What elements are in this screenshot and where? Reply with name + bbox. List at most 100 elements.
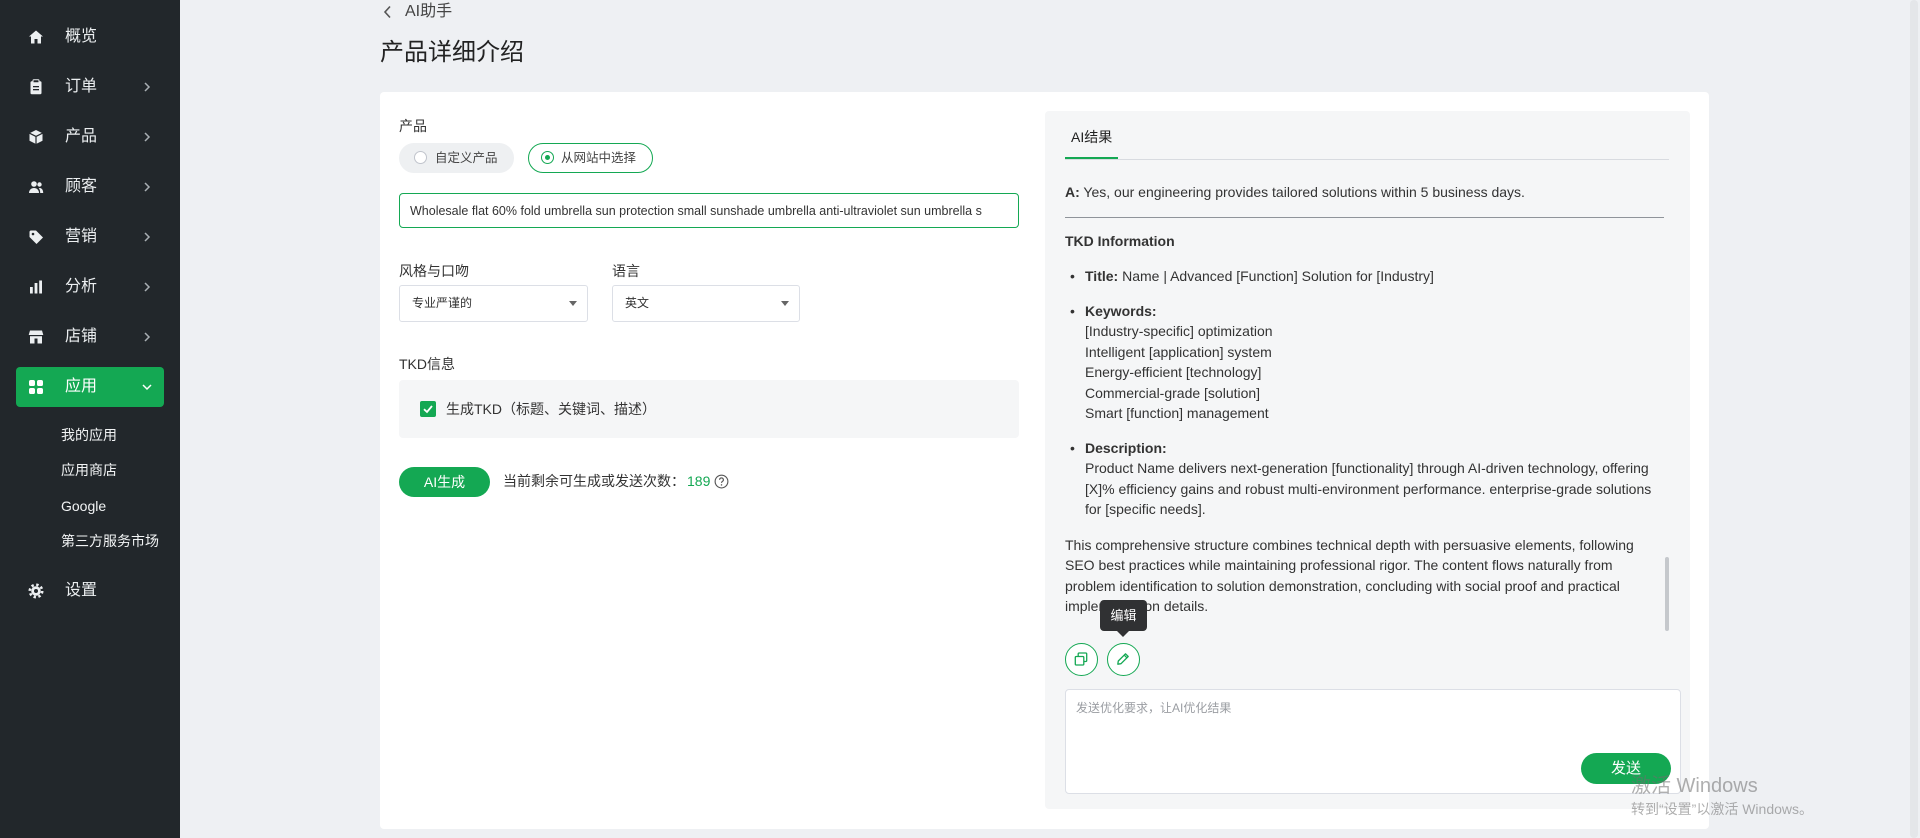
tkd-checkbox-label[interactable]: 生成TKD（标题、关键词、描述） <box>446 400 656 418</box>
chevron-down-icon <box>142 384 152 391</box>
radio-label: 从网站中选择 <box>561 151 637 165</box>
gear-icon <box>28 583 44 599</box>
sidebar-item-overview[interactable]: 概览 <box>16 17 164 57</box>
bar-chart-icon <box>30 280 42 294</box>
ai-generate-button[interactable]: AI生成 <box>399 467 490 497</box>
copy-button[interactable] <box>1065 643 1098 676</box>
caret-down-icon <box>569 301 577 306</box>
sidebar: 概览 订单 产品 顾客 营销 分析 店铺 应用 我的应用 应用商店 Google… <box>0 0 180 838</box>
sidebar-item-marketing[interactable]: 营销 <box>16 217 164 257</box>
keywords-label: Keywords: <box>1085 302 1157 319</box>
remaining-count-text: 当前剩余可生成或发送次数： 189 <box>503 472 729 490</box>
sidebar-item-label: 产品 <box>65 128 98 145</box>
section-heading: TKD Information <box>1065 232 1175 249</box>
chevron-right-icon <box>144 232 151 242</box>
title-label: Title: <box>1085 268 1119 284</box>
copy-icon <box>1074 652 1088 666</box>
sidebar-item-label: 概览 <box>65 28 98 45</box>
tab-divider <box>1065 159 1669 160</box>
sidebar-item-products[interactable]: 产品 <box>16 117 164 157</box>
home-icon <box>29 30 43 44</box>
box-icon <box>29 130 43 144</box>
list-item: Title: Name | Advanced [Function] Soluti… <box>1070 266 1665 287</box>
store-icon <box>28 330 44 344</box>
apps-grid-icon <box>29 380 43 394</box>
sidebar-item-label: 分析 <box>65 278 98 295</box>
sidebar-item-orders[interactable]: 订单 <box>16 67 164 107</box>
sidebar-item-label: 应用 <box>65 378 98 395</box>
radio-custom-product[interactable]: 自定义产品 <box>399 143 514 173</box>
language-select-value: 英文 <box>625 296 650 310</box>
tkd-list: Title: Name | Advanced [Function] Soluti… <box>1065 266 1665 520</box>
chevron-right-icon <box>144 82 151 92</box>
style-select-value: 专业严谨的 <box>412 296 473 310</box>
chevron-right-icon <box>144 282 151 292</box>
sidebar-item-customers[interactable]: 顾客 <box>16 167 164 207</box>
answer-text: Yes, our engineering provides tailored s… <box>1079 184 1525 200</box>
style-label: 风格与口吻 <box>399 263 469 279</box>
answer-line: A: Yes, our engineering provides tailore… <box>1065 182 1665 203</box>
keyword: Commercial-grade [solution] <box>1085 384 1261 401</box>
sidebar-item-label: 营销 <box>65 228 98 245</box>
radio-unchecked-icon <box>414 151 427 164</box>
result-content[interactable]: A: Yes, our engineering provides tailore… <box>1065 171 1665 629</box>
users-icon <box>29 181 44 193</box>
keyword: Energy-efficient [technology] <box>1085 364 1262 380</box>
language-select[interactable]: 英文 <box>612 285 800 322</box>
windows-activation-subtitle: 转到“设置”以激活 Windows。 <box>1631 801 1814 817</box>
edit-button[interactable] <box>1107 643 1140 676</box>
sidebar-subitem-third-party-market[interactable]: 第三方服务市场 <box>61 531 159 551</box>
keyword: [Industry-specific] optimization <box>1085 323 1273 339</box>
keyword: Smart [function] management <box>1085 405 1269 421</box>
product-input[interactable] <box>399 193 1019 228</box>
edit-tooltip: 编辑 <box>1100 600 1147 631</box>
sidebar-item-label: 店铺 <box>65 328 98 345</box>
radio-checked-icon <box>541 151 554 164</box>
list-item: Keywords: [Industry-specific] optimizati… <box>1070 301 1665 424</box>
divider <box>1065 216 1664 218</box>
help-icon[interactable] <box>714 474 729 489</box>
sidebar-item-analytics[interactable]: 分析 <box>16 267 164 307</box>
windows-activation-title: 激活 Windows <box>1631 775 1758 797</box>
remaining-label: 当前剩余可生成或发送次数： <box>503 473 685 489</box>
answer-prefix: A: <box>1065 184 1080 200</box>
chevron-left-icon[interactable] <box>383 5 393 19</box>
sidebar-subitem-app-store[interactable]: 应用商店 <box>61 460 117 480</box>
sidebar-item-settings[interactable]: 设置 <box>16 571 164 611</box>
style-select[interactable]: 专业严谨的 <box>399 285 588 322</box>
edit-icon <box>1117 653 1129 665</box>
chevron-right-icon <box>144 132 151 142</box>
sidebar-item-label: 订单 <box>65 78 98 95</box>
product-label: 产品 <box>399 118 427 134</box>
description-text: Product Name delivers next-generation [f… <box>1085 460 1652 517</box>
summary-paragraph: This comprehensive structure combines te… <box>1065 536 1634 615</box>
sidebar-item-label: 设置 <box>65 582 98 599</box>
page-scrollbar[interactable] <box>1910 0 1918 838</box>
list-item: Description: Product Name delivers next-… <box>1070 438 1665 520</box>
tooltip-arrow <box>1117 631 1129 637</box>
caret-down-icon <box>781 301 789 306</box>
sidebar-subitem-my-apps[interactable]: 我的应用 <box>61 425 117 445</box>
clipboard-icon <box>30 79 42 95</box>
result-scrollbar[interactable] <box>1665 557 1669 631</box>
sidebar-item-label: 顾客 <box>65 178 98 195</box>
sidebar-item-apps[interactable]: 应用 <box>16 367 164 407</box>
checkmark-icon <box>423 405 433 414</box>
title-text: Name | Advanced [Function] Solution for … <box>1118 268 1434 284</box>
tag-icon <box>29 230 43 244</box>
sidebar-item-store[interactable]: 店铺 <box>16 317 164 357</box>
remaining-count: 189 <box>687 473 711 489</box>
tkd-checkbox[interactable] <box>420 401 436 417</box>
page-title: 产品详细介绍 <box>380 39 524 66</box>
chevron-right-icon <box>144 332 151 342</box>
back-link[interactable]: AI助手 <box>405 3 452 21</box>
chevron-right-icon <box>144 182 151 192</box>
language-label: 语言 <box>612 263 640 279</box>
tkd-label: TKD信息 <box>399 356 455 372</box>
tab-ai-result[interactable]: AI结果 <box>1071 128 1112 146</box>
description-label: Description: <box>1085 439 1167 456</box>
radio-label: 自定义产品 <box>435 151 498 165</box>
radio-select-from-site[interactable]: 从网站中选择 <box>528 143 653 173</box>
sidebar-subitem-google[interactable]: Google <box>61 496 106 516</box>
keyword: Intelligent [application] system <box>1085 343 1272 360</box>
